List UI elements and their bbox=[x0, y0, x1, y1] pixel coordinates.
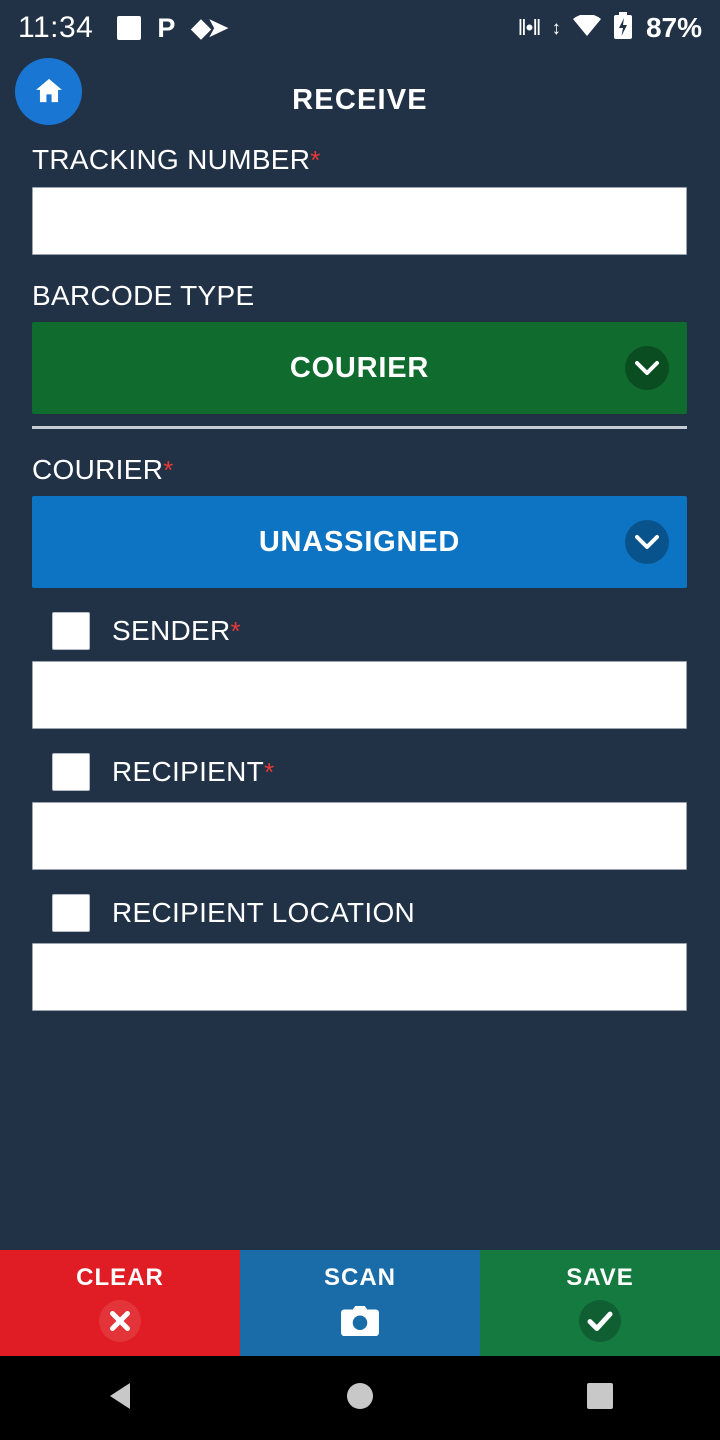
recipient-row: RECIPIENT* bbox=[32, 753, 688, 791]
p-icon: P bbox=[157, 12, 176, 43]
chevron-down-icon bbox=[625, 520, 669, 564]
status-notification-icons: P ◆➤ bbox=[117, 12, 229, 43]
save-button[interactable]: SAVE bbox=[480, 1250, 720, 1356]
sender-input[interactable] bbox=[32, 661, 687, 729]
status-bar: 11:34 P ◆➤ ‖•‖ ↕ 87% bbox=[0, 0, 720, 56]
app-screen: 11:34 P ◆➤ ‖•‖ ↕ 87% RECEIVE TRACKING NU… bbox=[0, 0, 720, 1440]
courier-label: COURIER* bbox=[32, 454, 174, 485]
scan-button-label: SCAN bbox=[323, 1264, 396, 1291]
required-asterisk: * bbox=[163, 455, 174, 485]
sender-label: SENDER* bbox=[112, 615, 241, 646]
barcode-type-value: COURIER bbox=[289, 351, 430, 384]
barcode-type-label: BARCODE TYPE bbox=[32, 280, 255, 311]
barcode-type-select[interactable]: COURIER bbox=[32, 322, 687, 414]
recipient-input[interactable] bbox=[32, 802, 687, 870]
home-icon bbox=[32, 75, 66, 109]
save-button-label: SAVE bbox=[566, 1264, 634, 1291]
system-nav-bar bbox=[0, 1356, 720, 1440]
clear-button[interactable]: CLEAR bbox=[0, 1250, 240, 1356]
title-bar: RECEIVE bbox=[0, 56, 720, 144]
wifi-icon bbox=[572, 13, 602, 42]
camera-icon bbox=[339, 1300, 381, 1342]
data-transfer-icon: ↕ bbox=[551, 17, 561, 39]
home-circle-icon bbox=[345, 1381, 375, 1416]
recipient-location-input[interactable] bbox=[32, 943, 687, 1011]
tracking-number-label: TRACKING NUMBER* bbox=[32, 144, 321, 175]
sender-checkbox[interactable] bbox=[52, 612, 90, 650]
status-time: 11:34 bbox=[18, 11, 94, 44]
courier-value: UNASSIGNED bbox=[258, 525, 461, 558]
recipient-location-row: RECIPIENT LOCATION bbox=[32, 894, 688, 932]
required-asterisk: * bbox=[264, 757, 275, 787]
section-divider bbox=[32, 426, 687, 429]
recipient-checkbox[interactable] bbox=[52, 753, 90, 791]
sender-row: SENDER* bbox=[32, 612, 688, 650]
battery-percent: 87% bbox=[645, 12, 702, 43]
courier-select[interactable]: UNASSIGNED bbox=[32, 496, 687, 588]
home-button[interactable] bbox=[15, 58, 82, 125]
vibrate-icon: ‖•‖ bbox=[517, 15, 542, 40]
tracking-number-input[interactable] bbox=[32, 187, 687, 255]
receive-form: TRACKING NUMBER* BARCODE TYPE COURIER CO… bbox=[0, 144, 720, 1250]
nav-home-button[interactable] bbox=[300, 1356, 420, 1440]
page-title: RECEIVE bbox=[292, 83, 428, 116]
recipient-location-checkbox[interactable] bbox=[52, 894, 90, 932]
clear-button-label: CLEAR bbox=[76, 1264, 164, 1291]
required-asterisk: * bbox=[310, 145, 321, 175]
action-bar: CLEAR SCAN SAVE bbox=[0, 1250, 720, 1356]
square-icon bbox=[117, 16, 142, 40]
recipient-label: RECIPIENT* bbox=[112, 756, 275, 787]
nav-recents-button[interactable] bbox=[540, 1356, 660, 1440]
diamond-arrow-icon: ◆➤ bbox=[191, 14, 228, 42]
scan-button[interactable]: SCAN bbox=[240, 1250, 480, 1356]
chevron-down-icon bbox=[625, 346, 669, 390]
back-triangle-icon bbox=[106, 1381, 134, 1416]
check-circle-icon bbox=[579, 1300, 621, 1342]
recents-square-icon bbox=[586, 1382, 614, 1415]
status-system-icons: ‖•‖ ↕ 87% bbox=[517, 11, 702, 45]
close-circle-icon bbox=[99, 1300, 141, 1342]
recipient-location-label: RECIPIENT LOCATION bbox=[112, 897, 416, 928]
nav-back-button[interactable] bbox=[60, 1356, 180, 1440]
battery-charging-icon bbox=[613, 11, 633, 45]
required-asterisk: * bbox=[230, 616, 241, 646]
